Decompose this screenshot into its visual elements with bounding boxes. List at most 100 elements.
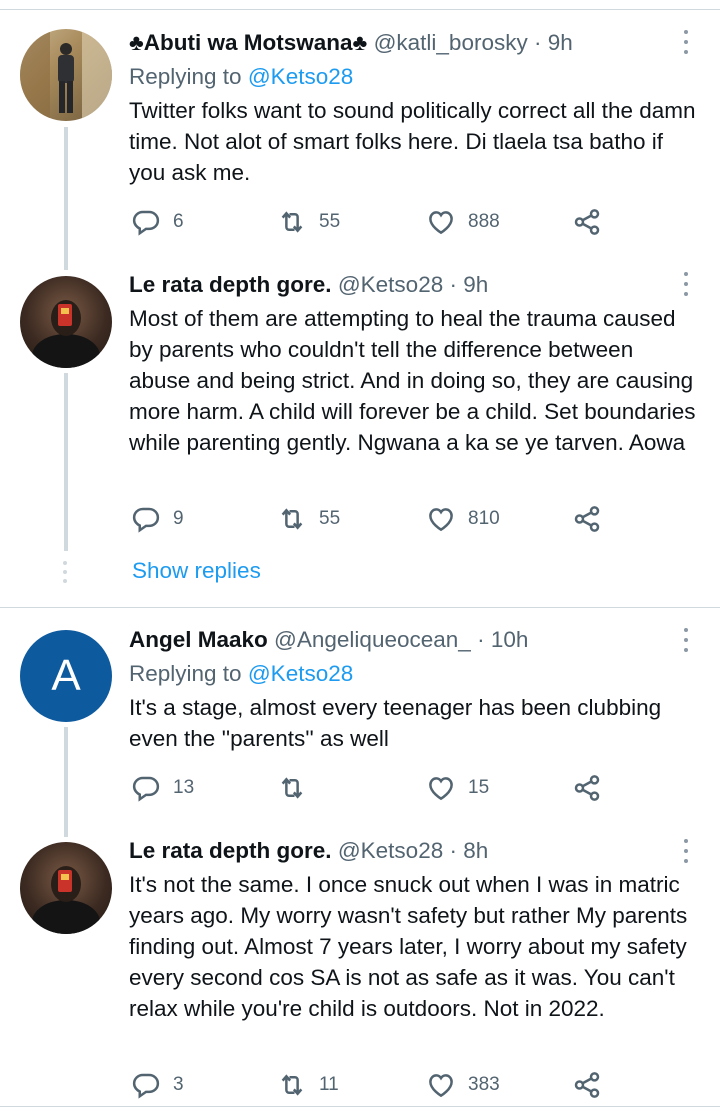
reply-icon	[131, 773, 161, 803]
top-divider	[0, 0, 720, 10]
tweet-text: Most of them are attempting to heal the …	[129, 306, 696, 455]
retweet-icon	[277, 504, 307, 534]
avatar-letter: A	[51, 651, 81, 700]
heart-icon	[426, 504, 456, 534]
like-count: 383	[468, 1074, 500, 1095]
reply-icon	[131, 207, 161, 237]
retweet-button[interactable]: 11	[277, 1070, 339, 1100]
tweet-header: Angel Maako @Angeliqueocean_ · 10h	[129, 626, 699, 654]
reply-button[interactable]: 3	[131, 1070, 184, 1100]
share-icon	[572, 504, 602, 534]
reply-count: 13	[173, 777, 195, 798]
tweet-header: Le rata depth gore. @Ketso28 · 9h	[129, 271, 699, 299]
thread-line	[64, 127, 68, 270]
tweet-actions: 13 15	[131, 773, 611, 803]
share-button[interactable]	[572, 773, 602, 803]
reply-count: 9	[173, 508, 184, 529]
reply-count: 3	[173, 1074, 184, 1095]
reply-icon	[131, 504, 161, 534]
share-button[interactable]	[572, 504, 602, 534]
replying-to-label: Replying to	[129, 64, 242, 89]
like-button[interactable]: 888	[426, 207, 500, 237]
more-options-icon[interactable]	[681, 272, 691, 296]
conversation-divider	[0, 607, 720, 608]
separator: ·	[449, 838, 457, 863]
reply-button[interactable]: 13	[131, 773, 194, 803]
share-button[interactable]	[572, 207, 602, 237]
tweet-header: ♣Abuti wa Motswana♣ @katli_borosky · 9h	[129, 29, 699, 57]
heart-icon	[426, 1070, 456, 1100]
reply-icon	[131, 1070, 161, 1100]
timestamp[interactable]: 9h	[548, 30, 573, 55]
share-button[interactable]	[572, 1070, 602, 1100]
retweet-icon	[277, 207, 307, 237]
more-options-icon[interactable]	[681, 839, 691, 863]
share-icon	[572, 773, 602, 803]
separator: ·	[477, 627, 485, 652]
tweet[interactable]: Angel Maako @Angeliqueocean_ · 10h Reply…	[129, 626, 699, 754]
reply-button[interactable]: 9	[131, 504, 184, 534]
retweet-button[interactable]	[277, 773, 319, 803]
retweet-count: 55	[319, 508, 341, 529]
person-photo-icon	[32, 866, 100, 934]
tweet-text: It's a stage, almost every teenager has …	[129, 695, 662, 751]
like-button[interactable]: 15	[426, 773, 489, 803]
like-count: 15	[468, 777, 490, 798]
like-button[interactable]: 810	[426, 504, 500, 534]
retweet-count: 11	[319, 1074, 339, 1095]
more-options-icon[interactable]	[681, 628, 691, 652]
tweet[interactable]: Le rata depth gore. @Ketso28 · 8h It's n…	[129, 837, 699, 1024]
thread-line	[64, 727, 68, 837]
user-handle[interactable]: @Ketso28	[338, 272, 443, 297]
reply-button[interactable]: 6	[131, 207, 184, 237]
tweet-actions: 9 55 810	[131, 504, 611, 534]
tweet[interactable]: ♣Abuti wa Motswana♣ @katli_borosky · 9h …	[129, 29, 699, 188]
display-name[interactable]: Le rata depth gore.	[129, 838, 332, 863]
tweet-text: Twitter folks want to sound politically …	[129, 98, 696, 185]
display-name[interactable]: ♣Abuti wa Motswana♣	[129, 30, 367, 55]
avatar[interactable]	[20, 276, 112, 368]
separator: ·	[449, 272, 457, 297]
share-icon	[572, 207, 602, 237]
timestamp[interactable]: 8h	[463, 838, 488, 863]
heart-icon	[426, 773, 456, 803]
show-replies-link[interactable]: Show replies	[132, 558, 261, 584]
tweet-header: Le rata depth gore. @Ketso28 · 8h	[129, 837, 699, 865]
retweet-icon	[277, 1070, 307, 1100]
user-handle[interactable]: @Ketso28	[338, 838, 443, 863]
share-icon	[572, 1070, 602, 1100]
replying-to: Replying to @Ketso28	[129, 660, 699, 688]
display-name[interactable]: Angel Maako	[129, 627, 268, 652]
tweet[interactable]: Le rata depth gore. @Ketso28 · 9h Most o…	[129, 271, 699, 458]
avatar[interactable]: A	[20, 630, 112, 722]
person-photo-icon	[32, 300, 100, 368]
avatar[interactable]	[20, 29, 112, 121]
replying-to: Replying to @Ketso28	[129, 63, 699, 91]
person-photo-icon	[20, 29, 112, 121]
retweet-button[interactable]: 55	[277, 207, 340, 237]
timestamp[interactable]: 10h	[491, 627, 529, 652]
separator: ·	[533, 30, 542, 55]
thread-line	[64, 373, 68, 551]
mention-link[interactable]: @Ketso28	[248, 661, 353, 686]
user-handle[interactable]: @katli_borosky	[374, 30, 528, 55]
thread-continue-icon	[62, 561, 68, 583]
bottom-divider	[0, 1106, 720, 1107]
display-name[interactable]: Le rata depth gore.	[129, 272, 332, 297]
like-count: 810	[468, 508, 500, 529]
user-handle[interactable]: @Angeliqueocean_	[274, 627, 471, 652]
tweet-actions: 6 55 888	[131, 207, 611, 237]
mention-link[interactable]: @Ketso28	[248, 64, 353, 89]
replying-to-label: Replying to	[129, 661, 242, 686]
like-button[interactable]: 383	[426, 1070, 500, 1100]
retweet-count: 55	[319, 211, 341, 232]
timestamp[interactable]: 9h	[463, 272, 488, 297]
heart-icon	[426, 207, 456, 237]
reply-count: 6	[173, 211, 184, 232]
avatar[interactable]	[20, 842, 112, 934]
tweet-actions: 3 11 383	[131, 1070, 611, 1100]
like-count: 888	[468, 211, 500, 232]
tweet-text: It's not the same. I once snuck out when…	[129, 872, 688, 1021]
retweet-button[interactable]: 55	[277, 504, 340, 534]
more-options-icon[interactable]	[681, 30, 691, 54]
